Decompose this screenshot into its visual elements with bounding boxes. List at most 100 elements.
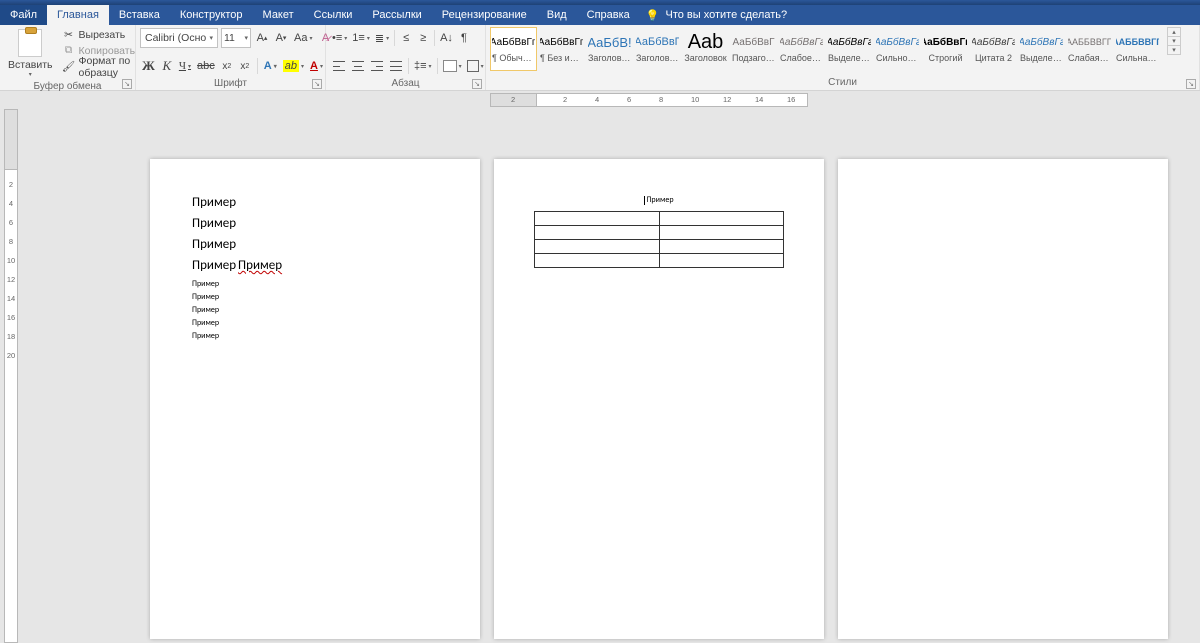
table-cell[interactable] [535,254,660,268]
scissors-icon: ✂ [63,29,75,41]
sort-button[interactable]: A↓ [438,28,455,48]
text-line-small: Пример [192,305,438,315]
tab-home[interactable]: Главная [47,5,109,25]
table-cell[interactable] [659,212,784,226]
text-line: Пример [192,195,438,210]
style-item[interactable]: АаБбВвГгСильное... [874,27,921,71]
text-line-error: ПримерПример [192,258,438,273]
bullets-button[interactable]: •≡ [330,28,349,48]
table-cell[interactable] [535,240,660,254]
tab-mailings[interactable]: Рассылки [362,5,431,25]
tab-help[interactable]: Справка [577,5,640,25]
tell-me-label: Что вы хотите сделать? [666,9,788,21]
numbering-button[interactable]: 1≡ [350,28,372,48]
tab-insert[interactable]: Вставка [109,5,170,25]
group-paragraph: •≡ 1≡ ≣ ≤ ≥ A↓ ¶ ‡≡ Абза [326,25,486,90]
font-name-combo[interactable]: Calibri (Осно▾ [140,28,218,48]
show-marks-button[interactable]: ¶ [456,28,472,48]
bold-button[interactable]: Ж [140,56,157,76]
style-item[interactable]: ААББВВГГ,Сильная... [1114,27,1161,71]
line-spacing-button[interactable]: ‡≡ [412,56,434,76]
table-cell[interactable] [659,254,784,268]
cut-button[interactable]: ✂Вырезать [61,27,138,42]
clipboard-launcher[interactable]: ↘ [122,79,132,89]
ribbon-tabs: Файл Главная Вставка Конструктор Макет С… [0,5,1200,25]
page-1[interactable]: Пример Пример Пример ПримерПример Пример… [150,159,480,639]
tab-view[interactable]: Вид [537,5,577,25]
page-2[interactable]: Пример [494,159,824,639]
font-launcher[interactable]: ↘ [312,79,322,89]
document-area[interactable]: 2468101214161820 Пример Пример Пример Пр… [0,109,1200,643]
style-item[interactable]: АаБбВвГгЦитата 2 [970,27,1017,71]
table-cell[interactable] [659,240,784,254]
align-left-button[interactable] [330,56,348,76]
page-3[interactable] [838,159,1168,639]
superscript-button[interactable]: x2 [237,56,253,76]
vertical-ruler[interactable]: 2468101214161820 [4,109,18,643]
tab-design[interactable]: Конструктор [170,5,253,25]
style-item[interactable]: АаБбВвГг,¶ Без инте... [538,27,585,71]
text-effects-button[interactable]: A [262,56,279,76]
copy-icon: ⧉ [63,45,75,57]
multilevel-button[interactable]: ≣ [373,28,391,48]
paragraph-launcher[interactable]: ↘ [472,79,482,89]
style-item[interactable]: АаБбВвГг,¶ Обычный [490,27,537,71]
format-painter-button[interactable]: 🖌Формат по образцу [61,59,138,74]
brush-icon: 🖌 [63,61,75,73]
style-item[interactable]: АаБбВвГПодзагол... [730,27,777,71]
text-line-small: Пример [192,331,438,341]
table-row [535,212,784,226]
decrease-indent-button[interactable]: ≤ [398,28,414,48]
tab-review[interactable]: Рецензирование [432,5,537,25]
clipboard-icon [18,29,42,57]
tell-me-search[interactable]: 💡 Что вы хотите сделать? [646,9,787,22]
text-line: Пример [192,237,438,252]
horizontal-ruler[interactable]: 2 2 4 6 8 10 12 14 16 [490,93,808,107]
style-item[interactable]: АаБбВвГгВыделенн... [1018,27,1065,71]
underline-button[interactable]: Ч [177,56,193,76]
style-item[interactable]: AabЗаголовок [682,27,729,71]
document-table[interactable] [534,211,784,268]
table-cell[interactable] [535,226,660,240]
table-cell[interactable] [659,226,784,240]
styles-launcher[interactable]: ↘ [1186,79,1196,89]
font-color-button[interactable]: A [308,56,325,76]
tab-layout[interactable]: Макет [253,5,304,25]
style-item[interactable]: ААББВВГГ,Слабая сс... [1066,27,1113,71]
grow-font-button[interactable]: A▴ [254,28,270,48]
style-item[interactable]: АаБбВ!Заголово... [586,27,633,71]
group-font-label: Шрифт [140,77,321,91]
table-row [535,254,784,268]
subscript-button[interactable]: x2 [219,56,235,76]
paste-button[interactable]: Вставить ▾ [4,27,57,80]
highlight-button[interactable]: ab [281,56,306,76]
tab-file[interactable]: Файл [0,5,47,25]
text-line-small: Пример [192,279,438,289]
font-size-combo[interactable]: 11▾ [221,28,251,48]
border-icon [467,60,479,72]
shrink-font-button[interactable]: A▾ [273,28,289,48]
tab-references[interactable]: Ссылки [304,5,363,25]
style-item[interactable]: АаБбВвГгВыделение [826,27,873,71]
justify-button[interactable] [387,56,405,76]
style-item[interactable]: АаБбВвГгСлабое в... [778,27,825,71]
group-clipboard: Вставить ▾ ✂Вырезать ⧉Копировать 🖌Формат… [0,25,136,90]
group-font: Calibri (Осно▾ 11▾ A▴ A▾ Aa A̷ Ж К Ч abc… [136,25,326,90]
styles-gallery[interactable]: АаБбВвГг,¶ ОбычныйАаБбВвГг,¶ Без инте...… [490,27,1161,71]
align-center-button[interactable] [349,56,367,76]
borders-button[interactable] [465,56,486,76]
text-line: Пример [192,216,438,231]
increase-indent-button[interactable]: ≥ [415,28,431,48]
text-line-small: Пример [192,318,438,328]
table-cell[interactable] [535,212,660,226]
align-right-button[interactable] [368,56,386,76]
shading-button[interactable] [441,56,464,76]
style-item[interactable]: АаБбВвГЗаголово... [634,27,681,71]
style-item[interactable]: АаБбВвГг,Строгий [922,27,969,71]
styles-more[interactable]: ▴▾▾ [1167,27,1181,55]
group-styles: АаБбВвГг,¶ ОбычныйАаБбВвГг,¶ Без инте...… [486,25,1200,90]
italic-button[interactable]: К [159,56,175,76]
bulb-icon: 💡 [646,9,660,22]
strikethrough-button[interactable]: abc [195,56,217,76]
change-case-button[interactable]: Aa [292,28,314,48]
